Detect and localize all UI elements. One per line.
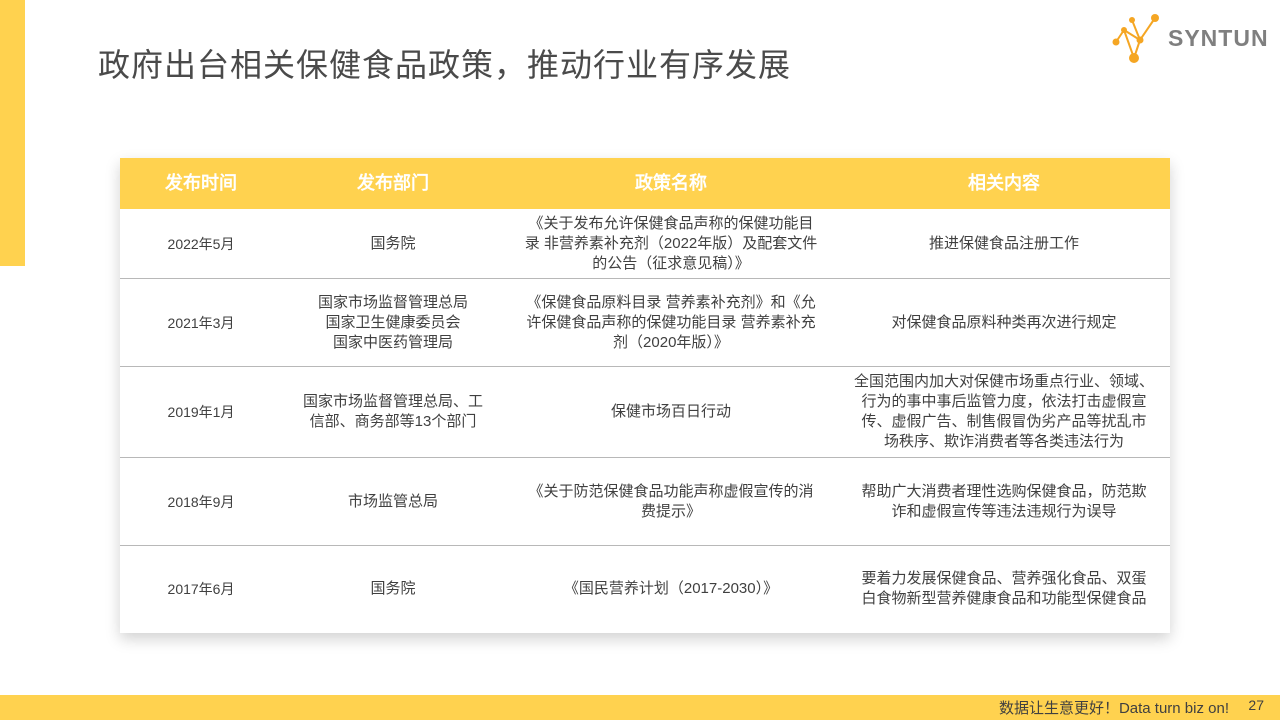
cell-related-content-line: 全国范围内加大对保健市场重点行业、领域、 [853, 373, 1154, 390]
cell-policy-name: 《关于防范保健食品功能声称虚假宣传的消 费提示》 [504, 458, 838, 545]
cell-related-content-line: 场秩序、欺诈消费者等各类违法行为 [883, 433, 1124, 450]
cell-policy-name-line: 剂（2020年版）》 [613, 333, 729, 351]
cell-related-content-line: 传、虚假广告、制售假冒伪劣产品等扰乱市 [861, 413, 1147, 430]
table-row: 2017年6月 国务院 《国民营养计划（2017-2030）》 要着力发展保健食品、营… [120, 546, 1170, 632]
header-related-content: 相关内容 [968, 173, 1040, 193]
header-department: 发布部门 [357, 173, 429, 193]
cell-policy-name-line: 《关于发布允许保健食品声称的保健功能目 [528, 214, 814, 232]
table-row: 2022年5月 国务院 《关于发布允许保健食品声称的保健功能目录 非营养素补充剂（2… [120, 209, 1170, 279]
table-row: 2021年3月 国家市场监督管理总局 国家卫生健康委员会 国家中医药管理局 《保健食品原… [120, 279, 1170, 367]
cell-related-content: 对保健食品原料种类再次进行规定 [838, 279, 1170, 366]
header-date: 发布时间 [165, 173, 237, 193]
footer-bar: 数据让生意更好！Data turn biz on! 27 [0, 695, 1280, 720]
cell-department-line: 国家市场监督管理总局 [317, 293, 468, 311]
cell-related-content: 推进保健食品注册工作 [838, 209, 1170, 278]
cell-department: 国务院 [282, 209, 504, 278]
page-number: 27 [1248, 697, 1264, 713]
table-row: 2019年1月 国家市场监督管理总局、工 信部、商务部等13个部门 保健市场百日行动 全… [120, 367, 1170, 458]
cell-department-line: 国家卫生健康委员会 [325, 313, 461, 331]
cell-related-content: 要着力发展保健食品、营养强化食品、双蛋 白食物新型营养健康食品和功能型保健食品 [838, 546, 1170, 632]
cell-related-content: 全国范围内加大对保健市场重点行业、领域、 行为的事中事后监管力度，依法打击虚假宣传… [838, 367, 1170, 457]
cell-date-text: 2022年5月 [167, 235, 235, 252]
cell-related-content-line: 要着力发展保健食品、营养强化食品、双蛋 [861, 570, 1147, 587]
cell-policy-name-line: 《国民营养计划（2017-2030）》 [563, 580, 779, 597]
cell-date-text: 2018年9月 [167, 493, 235, 510]
cell-department-line: 国家市场监督管理总局、工 [302, 393, 483, 410]
cell-policy-name-line: 的公告（征求意见稿）》 [592, 254, 750, 272]
cell-related-content-line: 推进保健食品注册工作 [928, 234, 1079, 252]
logo-text: SYNTUN [1168, 25, 1269, 51]
policy-table: 发布时间 发布部门 政策名称 相关内容 2022年5月 国务院 《关于发布允许保健食… [120, 158, 1170, 633]
cell-date: 2019年1月 [120, 367, 282, 457]
syntun-logo: SYNTUN [1110, 10, 1270, 66]
cell-policy-name-line: 许保健食品声称的保健功能目录 营养素补充 [526, 313, 816, 331]
table-row: 2018年9月 市场监管总局 《关于防范保健食品功能声称虚假宣传的消 费提示》 帮助广大… [120, 458, 1170, 546]
footer-slogan: 数据让生意更好！Data turn biz on! [998, 700, 1229, 717]
cell-date-text: 2019年1月 [167, 404, 235, 420]
header-policy-name: 政策名称 [635, 173, 707, 193]
cell-related-content: 帮助广大消费者理性选购保健食品，防范欺 诈和虚假宣传等违法违规行为误导 [838, 458, 1170, 545]
cell-policy-name-line: 费提示》 [640, 502, 701, 520]
cell-department: 国务院 [282, 546, 504, 632]
cell-date: 2017年6月 [120, 546, 282, 632]
cell-date-text: 2017年6月 [167, 581, 235, 597]
cell-related-content-line: 帮助广大消费者理性选购保健食品，防范欺 [861, 482, 1147, 500]
cell-date-text: 2021年3月 [167, 314, 235, 331]
cell-related-content-line: 行为的事中事后监管力度，依法打击虚假宣 [861, 393, 1147, 410]
cell-policy-name-line: 《关于防范保健食品功能声称虚假宣传的消 [528, 482, 814, 500]
cell-department: 国家市场监督管理总局 国家卫生健康委员会 国家中医药管理局 [282, 279, 504, 366]
cell-policy-name-line: 录 非营养素补充剂（2022年版）及配套文件 [524, 234, 818, 252]
cell-related-content-line: 对保健食品原料种类再次进行规定 [891, 313, 1117, 331]
cell-policy-name-line: 《保健食品原料目录 营养素补充剂》和《允 [526, 293, 816, 311]
cell-department-line: 国务院 [370, 580, 416, 597]
cell-date: 2018年9月 [120, 458, 282, 545]
cell-policy-name: 《关于发布允许保健食品声称的保健功能目录 非营养素补充剂（2022年版）及配套文… [504, 209, 838, 278]
left-accent-bar [0, 0, 25, 266]
cell-related-content-line: 诈和虚假宣传等违法违规行为误导 [891, 502, 1117, 520]
cell-policy-name: 保健市场百日行动 [504, 367, 838, 457]
cell-department-line: 国务院 [370, 234, 416, 252]
cell-date: 2021年3月 [120, 279, 282, 366]
logo-network-icon [1112, 14, 1159, 63]
table-header: 发布时间 发布部门 政策名称 相关内容 [120, 158, 1170, 209]
cell-policy-name: 《国民营养计划（2017-2030）》 [504, 546, 838, 632]
cell-department: 市场监管总局 [282, 458, 504, 545]
cell-department-line: 信部、商务部等13个部门 [309, 413, 477, 430]
cell-policy-name-line: 保健市场百日行动 [610, 403, 731, 420]
cell-related-content-line: 白食物新型营养健康食品和功能型保健食品 [861, 590, 1147, 607]
page-title: 政府出台相关保健食品政策，推动行业有序发展 [98, 47, 792, 83]
cell-policy-name: 《保健食品原料目录 营养素补充剂》和《允 许保健食品声称的保健功能目录 营养素补充… [504, 279, 838, 366]
cell-date: 2022年5月 [120, 209, 282, 278]
cell-department-line: 市场监管总局 [347, 492, 438, 510]
cell-department-line: 国家中医药管理局 [332, 333, 453, 351]
cell-department: 国家市场监督管理总局、工 信部、商务部等13个部门 [282, 367, 504, 457]
